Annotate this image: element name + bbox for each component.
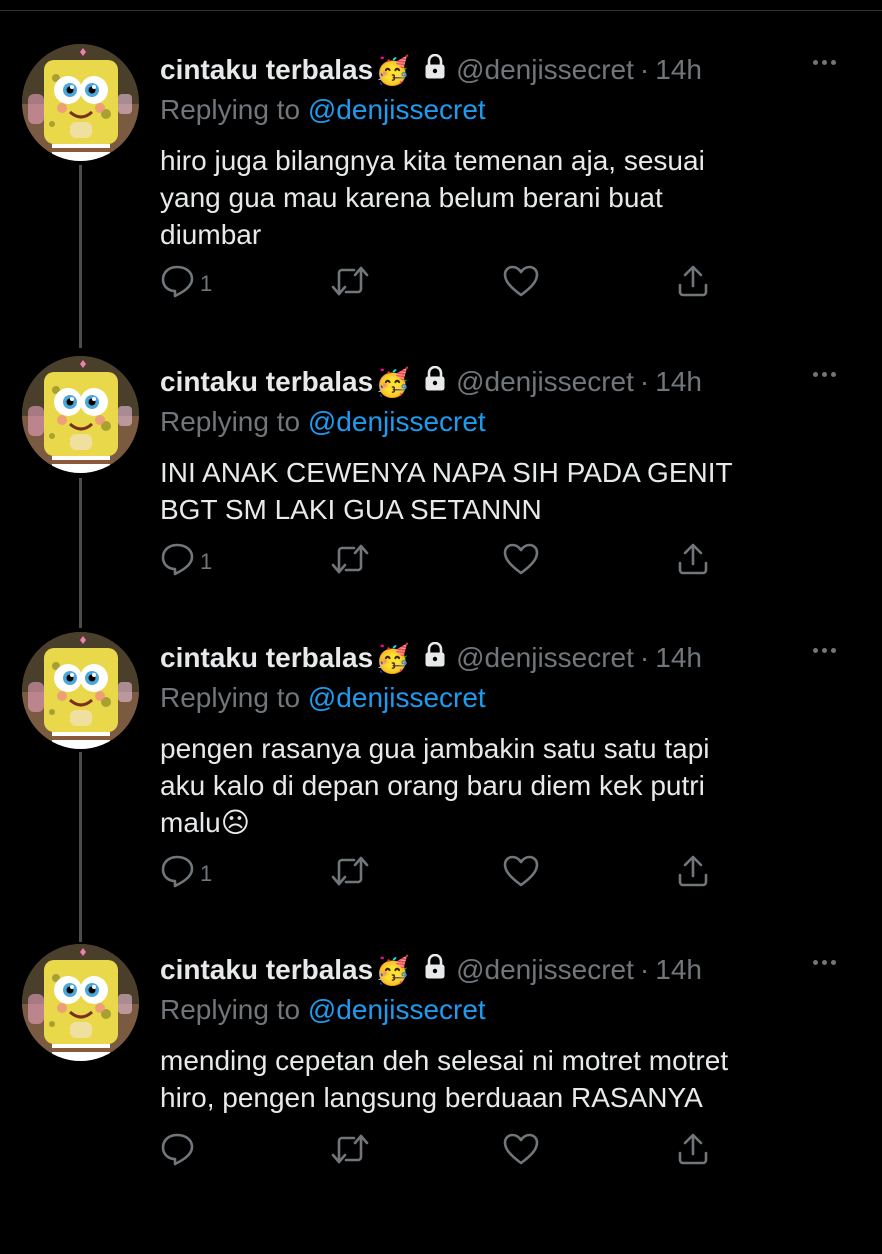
tweet-header: cintaku terbalas 🥳 @denjissecret · 14h: [160, 950, 702, 990]
timestamp[interactable]: 14h: [655, 642, 702, 674]
tweet-header: cintaku terbalas 🥳 @denjissecret · 14h: [160, 50, 702, 90]
spongebob-avatar-image: [22, 356, 139, 473]
more-options-icon[interactable]: [813, 960, 836, 965]
tweet[interactable]: cintaku terbalas 🥳 @denjissecret · 14h R…: [0, 630, 882, 942]
username-handle[interactable]: @denjissecret: [456, 642, 634, 674]
replying-to-handle-link[interactable]: @denjissecret: [308, 94, 486, 125]
replying-to-label: Replying to: [160, 406, 301, 437]
reply-button[interactable]: 1: [160, 854, 212, 888]
replying-to-line: Replying to @denjissecret: [160, 682, 486, 714]
reply-icon: [160, 1132, 196, 1166]
spongebob-avatar-image: [22, 632, 139, 749]
more-options-icon[interactable]: [813, 648, 836, 653]
replying-to-handle-link[interactable]: @denjissecret: [308, 994, 486, 1025]
top-divider: [0, 10, 882, 11]
username-handle[interactable]: @denjissecret: [456, 954, 634, 986]
party-face-emoji: 🥳: [375, 642, 411, 674]
reply-icon: [160, 854, 196, 888]
dot-separator: ·: [639, 366, 650, 397]
retweet-button[interactable]: [330, 1132, 370, 1166]
share-button[interactable]: [676, 542, 710, 576]
spongebob-avatar-image: [22, 944, 139, 1061]
lock-icon: [424, 641, 446, 675]
share-button[interactable]: [676, 854, 710, 888]
like-button[interactable]: [502, 1132, 540, 1166]
timestamp[interactable]: 14h: [655, 366, 702, 398]
retweet-icon: [330, 264, 370, 298]
replying-to-line: Replying to @denjissecret: [160, 406, 486, 438]
like-button[interactable]: [502, 542, 540, 576]
tweet[interactable]: cintaku terbalas 🥳 @denjissecret · 14h R…: [0, 942, 882, 1254]
reply-button[interactable]: [160, 1132, 200, 1166]
tweet[interactable]: cintaku terbalas 🥳 @denjissecret · 14h R…: [0, 354, 882, 666]
retweet-icon: [330, 542, 370, 576]
retweet-button[interactable]: [330, 854, 370, 888]
avatar[interactable]: [22, 44, 139, 161]
retweet-icon: [330, 854, 370, 888]
more-options-icon[interactable]: [813, 60, 836, 65]
display-name[interactable]: cintaku terbalas: [160, 954, 373, 986]
more-options-icon[interactable]: [813, 372, 836, 377]
party-face-emoji: 🥳: [375, 366, 411, 398]
heart-icon: [502, 854, 540, 888]
display-name[interactable]: cintaku terbalas: [160, 642, 373, 674]
display-name[interactable]: cintaku terbalas: [160, 366, 373, 398]
replying-to-line: Replying to @denjissecret: [160, 94, 486, 126]
tweet[interactable]: cintaku terbalas 🥳 @denjissecret · 14h R…: [0, 42, 882, 354]
heart-icon: [502, 542, 540, 576]
timestamp[interactable]: 14h: [655, 954, 702, 986]
timestamp[interactable]: 14h: [655, 54, 702, 86]
tweet-text: INI ANAK CEWENYA NAPA SIH PADA GENIT BGT…: [160, 457, 733, 525]
share-button[interactable]: [676, 1132, 710, 1166]
reply-button[interactable]: 1: [160, 264, 212, 298]
tweet-text: pengen rasanya gua jambakin satu satu ta…: [160, 733, 710, 838]
like-button[interactable]: [502, 264, 540, 298]
tweet-text: hiro juga bilangnya kita temenan aja, se…: [160, 145, 705, 250]
reply-count: 1: [200, 549, 213, 574]
display-name[interactable]: cintaku terbalas: [160, 54, 373, 86]
retweet-button[interactable]: [330, 542, 370, 576]
party-face-emoji: 🥳: [375, 54, 411, 86]
avatar[interactable]: [22, 356, 139, 473]
spongebob-avatar-image: [22, 44, 139, 161]
retweet-icon: [330, 1132, 370, 1166]
reply-icon: [160, 264, 196, 298]
dot-separator: ·: [639, 642, 650, 673]
share-icon: [676, 542, 710, 576]
share-button[interactable]: [676, 264, 710, 298]
share-icon: [676, 1132, 710, 1166]
tweet-header: cintaku terbalas 🥳 @denjissecret · 14h: [160, 362, 702, 402]
reply-count: 1: [200, 271, 213, 296]
lock-icon: [424, 365, 446, 399]
replying-to-handle-link[interactable]: @denjissecret: [308, 406, 486, 437]
share-icon: [676, 264, 710, 298]
tweet-text: mending cepetan deh selesai ni motret mo…: [160, 1045, 729, 1113]
like-button[interactable]: [502, 854, 540, 888]
dot-separator: ·: [639, 954, 650, 985]
avatar[interactable]: [22, 632, 139, 749]
party-face-emoji: 🥳: [375, 954, 411, 986]
username-handle[interactable]: @denjissecret: [456, 366, 634, 398]
replying-to-line: Replying to @denjissecret: [160, 994, 486, 1026]
avatar[interactable]: [22, 944, 139, 1061]
reply-button[interactable]: 1: [160, 542, 212, 576]
share-icon: [676, 854, 710, 888]
lock-icon: [424, 53, 446, 87]
heart-icon: [502, 264, 540, 298]
replying-to-label: Replying to: [160, 94, 301, 125]
reply-icon: [160, 542, 196, 576]
username-handle[interactable]: @denjissecret: [456, 54, 634, 86]
tweet-header: cintaku terbalas 🥳 @denjissecret · 14h: [160, 638, 702, 678]
replying-to-label: Replying to: [160, 682, 301, 713]
reply-count: 1: [200, 861, 213, 886]
dot-separator: ·: [639, 54, 650, 85]
heart-icon: [502, 1132, 540, 1166]
replying-to-handle-link[interactable]: @denjissecret: [308, 682, 486, 713]
replying-to-label: Replying to: [160, 994, 301, 1025]
lock-icon: [424, 953, 446, 987]
retweet-button[interactable]: [330, 264, 370, 298]
